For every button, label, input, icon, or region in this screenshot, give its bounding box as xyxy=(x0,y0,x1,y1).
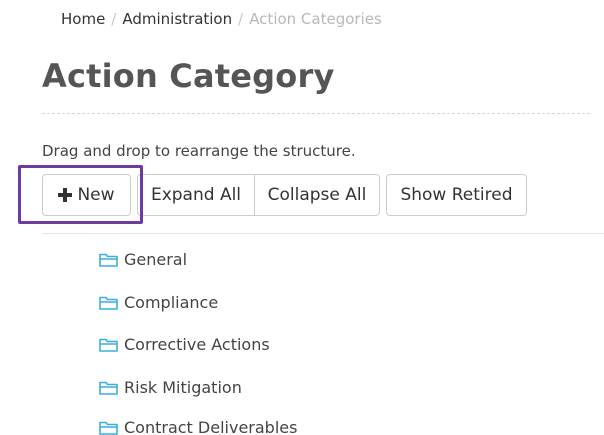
breadcrumb-current: Action Categories xyxy=(249,10,382,28)
breadcrumb-separator: / xyxy=(111,10,117,28)
folder-icon xyxy=(99,421,118,435)
folder-icon xyxy=(99,381,118,395)
show-retired-button[interactable]: Show Retired xyxy=(386,174,527,216)
title-divider xyxy=(42,113,590,114)
page-title: Action Category xyxy=(42,57,335,95)
folder-icon xyxy=(99,296,118,310)
tree-item-risk-mitigation[interactable]: Risk Mitigation xyxy=(99,376,242,398)
tree-item-corrective-actions[interactable]: Corrective Actions xyxy=(99,333,270,355)
tree-item-label: General xyxy=(124,249,188,269)
page: Home / Administration / Action Categories Ac… xyxy=(0,0,604,435)
breadcrumb-administration-link[interactable]: Administration xyxy=(122,10,232,28)
collapse-all-label: Collapse All xyxy=(267,185,367,205)
new-button[interactable]: New xyxy=(42,174,131,216)
breadcrumb: Home / Administration / Action Categories xyxy=(61,9,382,29)
expand-all-button[interactable]: Expand All xyxy=(137,174,255,216)
collapse-all-button[interactable]: Collapse All xyxy=(254,174,380,216)
breadcrumb-home-link[interactable]: Home xyxy=(61,10,105,28)
tree-item-label: Contract Deliverables xyxy=(124,417,298,435)
tree-item-general[interactable]: General xyxy=(99,248,187,270)
expand-all-label: Expand All xyxy=(150,185,242,205)
plus-icon xyxy=(58,188,73,202)
folder-icon xyxy=(99,338,118,352)
tree-item-contract-deliverables[interactable]: Contract Deliverables xyxy=(99,416,297,435)
show-retired-label: Show Retired xyxy=(400,185,513,205)
tree-item-compliance[interactable]: Compliance xyxy=(99,291,218,313)
folder-icon xyxy=(99,253,118,267)
toolbar-divider xyxy=(42,233,604,234)
breadcrumb-separator: / xyxy=(238,10,244,28)
tree-item-label: Risk Mitigation xyxy=(124,377,242,397)
tree-item-label: Compliance xyxy=(124,292,219,312)
instructions-text: Drag and drop to rearrange the structure… xyxy=(42,142,356,160)
tree-item-label: Corrective Actions xyxy=(124,334,270,354)
new-button-label: New xyxy=(77,185,115,205)
